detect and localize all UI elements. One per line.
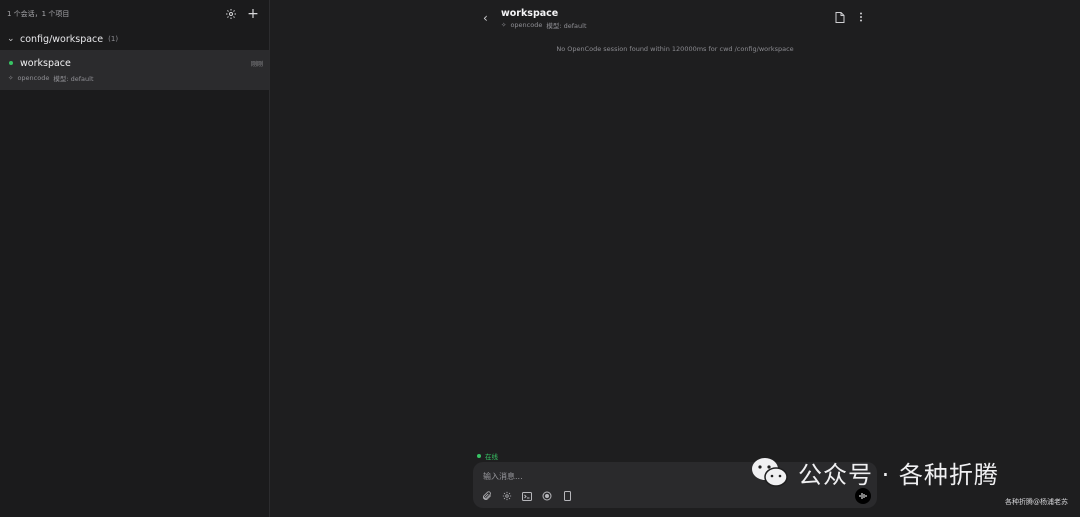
sparkle-icon: ✧ [8,74,14,82]
connection-status: 在线 [477,451,498,461]
document-icon[interactable] [834,11,846,23]
record-icon[interactable] [541,490,553,502]
new-session-button[interactable]: + [246,7,260,21]
more-vertical-icon[interactable] [856,11,866,23]
voice-icon [859,493,866,499]
sidebar: 1 个会话，1 个项目 + ⌄ config/workspace (1) wor… [0,0,270,517]
group-name: config/workspace [20,33,104,45]
chat-model: 模型: default [546,22,587,30]
settings-icon[interactable] [224,7,238,21]
online-dot [9,61,13,65]
terminal-icon[interactable] [521,490,533,502]
wechat-icon [752,458,788,487]
watermark-author: 各种折腾@杨浦老苏 [1005,498,1068,506]
phone-icon[interactable] [561,490,573,502]
session-title: workspace [20,58,71,69]
chat-panel: ‹ workspace ✧ opencode 模型: default No Op… [270,0,1080,517]
watermark-text: 公众号 · 各种折腾 [798,460,999,489]
status-text: 在线 [485,453,498,461]
group-count: (1) [108,35,119,43]
session-time: 刚刚 [250,61,263,68]
chevron-down-icon: ⌄ [7,34,15,44]
chat-title: workspace [501,8,559,19]
sparkle-icon: ✧ [501,21,507,29]
voice-button[interactable] [855,488,871,504]
session-agent: opencode [17,74,50,82]
paperclip-icon[interactable] [481,490,493,502]
session-model: 模型: default [53,75,94,83]
chat-meta: ✧ opencode 模型: default [501,20,587,30]
plus-icon: + [247,6,259,22]
gear-icon[interactable] [501,490,513,502]
session-notice: No OpenCode session found within 120000m… [556,45,794,53]
online-dot [477,454,481,458]
project-group[interactable]: ⌄ config/workspace (1) [0,30,269,48]
chat-agent: opencode [510,21,543,29]
chevron-left-icon[interactable]: ‹ [483,11,493,25]
session-summary: 1 个会话，1 个项目 [7,10,70,18]
session-item[interactable]: workspace 刚刚 ✧ opencode 模型: default [0,50,269,90]
wechat-watermark: 公众号 · 各种折腾 [750,455,999,489]
session-meta: ✧ opencode 模型: default [8,73,94,83]
